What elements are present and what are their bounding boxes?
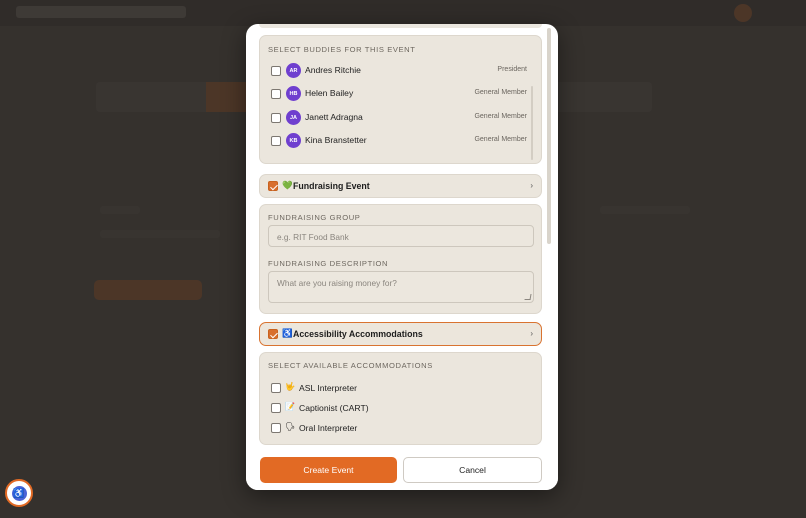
accessibility-toggle[interactable]: ♿ Accessibility Accommodations ›: [259, 322, 542, 346]
buddy-row[interactable]: AR Andres Ritchie President: [260, 61, 530, 81]
accommodation-row[interactable]: 🤟 ASL Interpreter: [260, 379, 530, 397]
sign-language-icon: 🤟: [285, 382, 295, 391]
chevron-right-icon: ›: [530, 181, 533, 190]
modal-scroll-area[interactable]: SELECT BUDDIES FOR THIS EVENT AR Andres …: [246, 24, 558, 450]
green-heart-icon: 💚: [282, 180, 293, 190]
fundraising-group-input[interactable]: e.g. RIT Food Bank: [268, 225, 534, 247]
buddy-role: General Member: [474, 136, 527, 143]
create-event-modal: SELECT BUDDIES FOR THIS EVENT AR Andres …: [246, 24, 558, 490]
buddy-role: General Member: [474, 89, 527, 96]
accommodation-label: Oral Interpreter: [299, 423, 358, 433]
speaking-head-icon: 🗣: [285, 422, 296, 431]
modal-footer: Create Event Cancel: [246, 450, 558, 490]
fundraising-description-textarea[interactable]: What are you raising money for?: [268, 271, 534, 303]
modal-scrollbar[interactable]: [543, 28, 553, 448]
accommodation-label: ASL Interpreter: [299, 383, 357, 393]
accommodation-checkbox[interactable]: [271, 383, 281, 393]
buddy-checkbox[interactable]: [271, 136, 281, 146]
buddy-row[interactable]: JA Janett Adragna General Member: [260, 108, 530, 128]
buddy-name: Janett Adragna: [305, 112, 363, 122]
avatar: AR: [286, 63, 301, 78]
wheelchair-icon: ♿: [282, 328, 293, 338]
accessibility-icon: ♿: [11, 485, 27, 501]
buddy-role: President: [497, 66, 527, 73]
fundraising-description-label: FUNDRAISING DESCRIPTION: [268, 259, 389, 268]
accommodation-checkbox[interactable]: [271, 403, 281, 413]
accommodations-panel: SELECT AVAILABLE ACCOMMODATIONS 🤟 ASL In…: [259, 352, 542, 445]
buddy-role: General Member: [474, 113, 527, 120]
avatar: KB: [286, 133, 301, 148]
buddy-checkbox[interactable]: [271, 89, 281, 99]
fundraising-group-label: FUNDRAISING GROUP: [268, 213, 361, 222]
create-event-button[interactable]: Create Event: [260, 457, 397, 483]
accommodation-checkbox[interactable]: [271, 423, 281, 433]
buddy-checkbox[interactable]: [271, 113, 281, 123]
memo-icon: 📝: [285, 402, 295, 411]
modal-scrollbar-thumb[interactable]: [547, 28, 551, 244]
buddies-list-scrollbar[interactable]: [531, 86, 533, 160]
fundraising-toggle-label: Fundraising Event: [293, 181, 370, 191]
previous-section-edge: [259, 24, 542, 28]
buddy-name: Helen Bailey: [305, 88, 354, 98]
buddy-row[interactable]: HB Helen Bailey General Member: [260, 84, 530, 104]
avatar: HB: [286, 86, 301, 101]
accessibility-toggle-label: Accessibility Accommodations: [293, 329, 423, 339]
fundraising-toggle[interactable]: 💚 Fundraising Event ›: [259, 174, 542, 198]
buddy-row[interactable]: KB Kina Branstetter General Member: [260, 131, 530, 151]
accessibility-widget-button[interactable]: ♿: [5, 479, 33, 507]
accommodations-section-label: SELECT AVAILABLE ACCOMMODATIONS: [268, 361, 433, 370]
accommodation-label: Captionist (CART): [299, 403, 369, 413]
fundraising-checkbox[interactable]: [268, 181, 278, 191]
accommodation-row[interactable]: 🗣 Oral Interpreter: [260, 419, 530, 437]
buddies-section-label: SELECT BUDDIES FOR THIS EVENT: [268, 45, 416, 54]
chevron-right-icon: ›: [530, 329, 533, 338]
resize-handle-icon[interactable]: [524, 294, 532, 300]
fundraising-group-placeholder: e.g. RIT Food Bank: [277, 232, 349, 242]
avatar: JA: [286, 110, 301, 125]
buddy-checkbox[interactable]: [271, 66, 281, 76]
accessibility-checkbox[interactable]: [268, 329, 278, 339]
cancel-button[interactable]: Cancel: [403, 457, 542, 483]
buddy-name: Kina Branstetter: [305, 135, 367, 145]
accommodation-row[interactable]: 📝 Captionist (CART): [260, 399, 530, 417]
buddies-panel: SELECT BUDDIES FOR THIS EVENT AR Andres …: [259, 35, 542, 164]
fundraising-panel: FUNDRAISING GROUP e.g. RIT Food Bank FUN…: [259, 204, 542, 314]
fundraising-description-placeholder: What are you raising money for?: [277, 278, 397, 288]
buddy-name: Andres Ritchie: [305, 65, 361, 75]
